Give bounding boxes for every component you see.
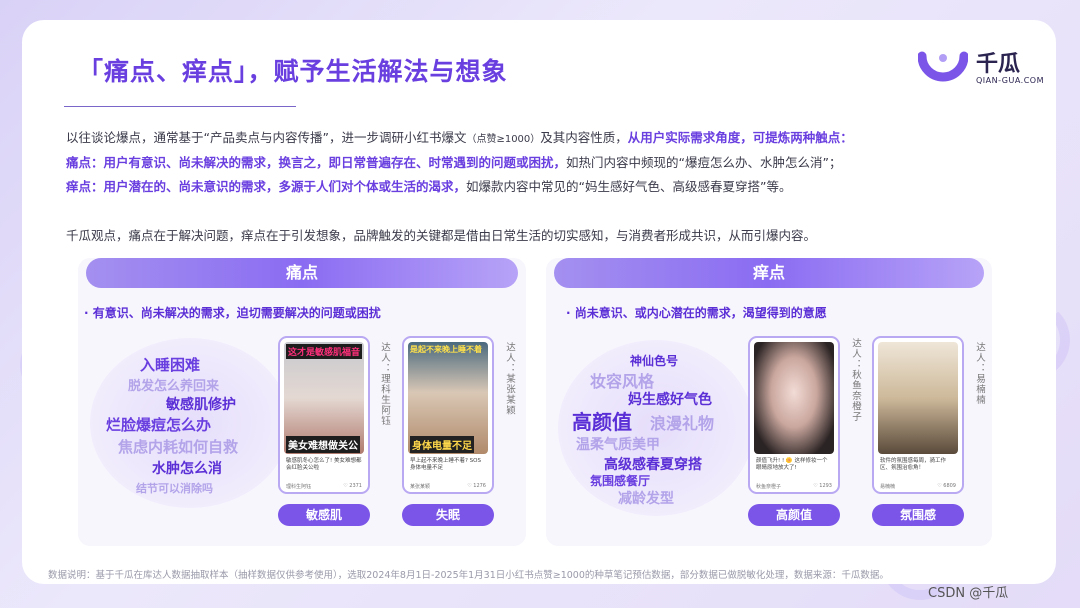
logo-domain: QIAN-GUA.COM: [976, 76, 1045, 85]
pain-word: 敏感肌修护: [166, 397, 236, 413]
pain-word: 结节可以消除吗: [136, 482, 213, 495]
pain-point-subtitle: · 有意识、尚未解决的需求，迫切需要解决的问题或困扰: [84, 306, 381, 320]
creator-label: 达人：秋鱼奈橙子: [850, 338, 861, 422]
pain-word: 脱发怎么养回来: [128, 379, 220, 394]
data-source-note: 数据说明：基于千瓜在库达人数据抽取样本（抽样数据仅供参考使用），选取2024年8…: [48, 570, 889, 581]
note-meta: 理科生阿钰 ♡ 2371: [286, 483, 362, 490]
csdn-watermark: CSDN @千瓜: [928, 586, 1009, 601]
itch-word: 温柔气质美甲: [576, 437, 660, 453]
page-title: 「痛点、痒点」，赋予生活解法与想象: [78, 57, 508, 86]
note-meta: 易楠楠 ♡ 6809: [880, 483, 956, 490]
intro-line-4: 千瓜观点，痛点在于解决问题，痒点在于引发想象，品牌触发的关键都是借由日常生活的切…: [66, 228, 817, 243]
itch-word: 氛围感餐厅: [590, 474, 651, 488]
intro-line-3: 痒点：用户潜在的、尚未意识的需求，多源于人们对个体或生活的渴求，如爆款内容中常见…: [66, 179, 792, 194]
pain-word: 焦虑内耗如何自救: [118, 438, 239, 456]
itch-word: 减龄发型: [618, 491, 674, 507]
intro-line-2: 痛点：用户有意识、尚未解决的需求，换言之，即日常普遍存在、时常遇到的问题或困扰，…: [66, 155, 842, 170]
tag-insomnia[interactable]: 失眠: [402, 504, 494, 526]
pain-point-panel: 痛点 · 有意识、尚未解决的需求，迫切需要解决的问题或困扰 入睡困难 脱发怎么养…: [78, 258, 526, 546]
note-cover-image: 是起不来晚上睡不着 身体电量不足: [408, 342, 488, 454]
note-card[interactable]: 是起不来晚上睡不着 身体电量不足 早上起不来晚上睡不着? SOS身体电量不足 某…: [402, 336, 494, 494]
note-cover-image: [878, 342, 958, 454]
creator-label: 达人：某张某颖: [504, 342, 515, 416]
itch-word: 高级感春夏穿搭: [604, 457, 702, 473]
pain-point-heading: 痛点: [86, 258, 518, 288]
itch-word: 神仙色号: [630, 354, 679, 368]
note-cover-image: 这才是敏感肌福音 美女难想做关公: [284, 342, 364, 454]
tag-sensitive-skin[interactable]: 敏感肌: [278, 504, 370, 526]
pain-word: 水肿怎么消: [152, 461, 222, 477]
creator-label: 达人：理科生阿钰: [379, 342, 390, 426]
qiangua-logo: 千瓜 QIAN-GUA.COM: [918, 44, 1048, 94]
pain-word: 烂脸爆痘怎么办: [106, 416, 212, 434]
note-caption: 软件的氛围感每周，骑工作区、氛围治愈角！: [880, 458, 947, 471]
note-card[interactable]: 软件的氛围感每周，骑工作区、氛围治愈角！ 易楠楠 ♡ 6809: [872, 336, 964, 494]
tag-good-looks[interactable]: 高颜值: [748, 504, 840, 526]
note-caption: 颜值飞升! ! 🌼 这样修妆一个眼睛原地放大了!: [756, 458, 828, 471]
itch-point-subtitle: · 尚未意识、或内心潜在的需求，渴望得到的意愿: [566, 306, 827, 320]
itch-word: 妈生感好气色: [628, 392, 712, 408]
note-card[interactable]: 颜值飞升! ! 🌼 这样修妆一个眼睛原地放大了! 秋鱼奈橙子 ♡ 1293: [748, 336, 840, 494]
note-card[interactable]: 这才是敏感肌福音 美女难想做关公 敏感肌冬心怎么了! 美女难想都会红脸关公啦 理…: [278, 336, 370, 494]
logo-mark-icon: [918, 51, 968, 82]
intro-line-1: 以往谈论爆点，通常基于“产品卖点与内容传播”，进一步调研小红书爆文（点赞≥100…: [66, 130, 853, 145]
itch-word: 高颜值: [572, 410, 632, 434]
note-caption: 敏感肌冬心怎么了! 美女难想都会红脸关公啦: [286, 458, 362, 471]
title-underline: [64, 106, 296, 107]
tag-atmosphere[interactable]: 氛围感: [872, 504, 964, 526]
creator-label: 达人：易楠楠: [974, 342, 985, 405]
note-caption: 早上起不来晚上睡不着? SOS身体电量不足: [410, 458, 481, 471]
itch-point-panel: 痒点 · 尚未意识、或内心潜在的需求，渴望得到的意愿 神仙色号 妆容风格 妈生感…: [546, 258, 992, 546]
note-meta: 某张某颖 ♡ 1276: [410, 483, 486, 490]
itch-point-heading: 痒点: [554, 258, 984, 288]
note-meta: 秋鱼奈橙子 ♡ 1293: [756, 483, 832, 490]
pain-word: 入睡困难: [140, 356, 201, 374]
itch-word: 浪漫礼物: [650, 414, 715, 433]
note-cover-image: [754, 342, 834, 454]
logo-name: 千瓜: [976, 52, 1021, 77]
